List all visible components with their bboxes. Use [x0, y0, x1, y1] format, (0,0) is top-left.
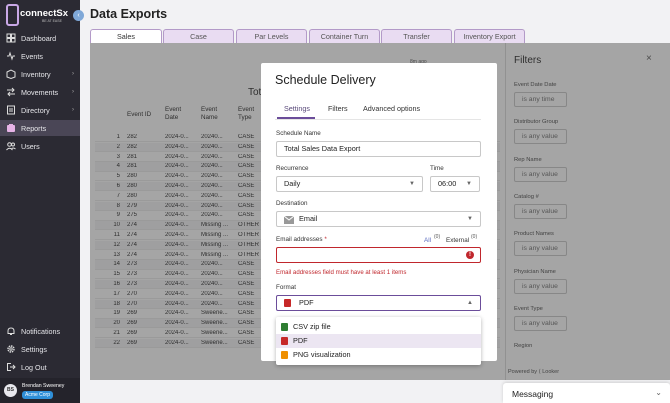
events-icon — [6, 51, 16, 61]
tab-case[interactable]: Case — [163, 29, 234, 43]
format-option-csv[interactable]: CSV zip file — [276, 320, 481, 334]
org-badge: Acme Corp — [22, 391, 54, 399]
reports-icon — [6, 123, 16, 133]
email-external-link[interactable]: External — [446, 237, 469, 244]
dashboard-icon — [6, 33, 16, 43]
email-label: Email addresses * — [276, 236, 327, 243]
sidebar-item-label: Log Out — [21, 362, 47, 372]
sidebar-item-label: Dashboard — [21, 33, 57, 43]
destination-label: Destination — [276, 200, 308, 207]
schedule-name-input[interactable]: Total Sales Data Export — [276, 141, 481, 157]
email-external-count: (0) — [471, 234, 478, 240]
chevron-up-icon: ▲ — [467, 300, 473, 306]
users-icon — [6, 141, 16, 151]
csv-file-icon — [281, 323, 288, 331]
sidebar-item-notifications[interactable]: Notifications — [0, 323, 80, 339]
sidebar-item-movements[interactable]: Movements › — [0, 84, 80, 100]
email-label-text: Email addresses — [276, 236, 323, 243]
format-option-png[interactable]: PNG visualization — [276, 348, 481, 362]
sidebar-item-settings[interactable]: Settings — [0, 341, 80, 357]
format-option-pdf[interactable]: PDF — [276, 334, 481, 348]
format-dropdown-menu: CSV zip file PDF PNG visualization — [276, 317, 481, 365]
sidebar-item-events[interactable]: Events — [0, 48, 80, 64]
logout-icon — [6, 362, 16, 372]
app-logo[interactable]: connectSx BE AT EASE — [6, 4, 80, 28]
format-select[interactable]: PDF ▲ — [276, 295, 481, 311]
chevron-down-icon: ▼ — [467, 216, 473, 222]
tab-par-levels[interactable]: Par Levels — [236, 29, 307, 43]
sidebar-item-directory[interactable]: Directory › — [0, 102, 80, 118]
messaging-widget[interactable]: Messaging ⌄ — [503, 383, 670, 403]
movements-icon — [6, 87, 16, 97]
modal-title: Schedule Delivery — [275, 73, 376, 87]
email-error-message: Email addresses field must have at least… — [276, 269, 407, 276]
png-file-icon — [281, 351, 288, 359]
sidebar-item-logout[interactable]: Log Out — [0, 359, 80, 375]
email-all-count: (0) — [434, 234, 441, 240]
required-marker: * — [324, 236, 327, 243]
sidebar-item-dashboard[interactable]: Dashboard — [0, 30, 80, 46]
bell-icon — [6, 326, 16, 336]
pdf-file-icon — [281, 337, 288, 345]
time-value: 06:00 — [438, 179, 457, 188]
recurrence-label: Recurrence — [276, 165, 309, 172]
sidebar: connectSx BE AT EASE Dashboard Events In… — [0, 0, 80, 403]
sidebar-item-label: Inventory — [21, 69, 51, 79]
tab-filters[interactable]: Filters — [328, 104, 348, 113]
sidebar-item-label: Directory — [21, 105, 50, 115]
sidebar-item-label: Events — [21, 51, 43, 61]
recurrence-select[interactable]: Daily ▼ — [276, 176, 423, 192]
envelope-icon — [283, 215, 295, 224]
format-label: Format — [276, 284, 296, 291]
sidebar-item-label: Users — [21, 141, 40, 151]
destination-select[interactable]: Email ▼ — [276, 211, 481, 227]
messaging-title: Messaging — [512, 389, 554, 399]
tab-divider — [275, 119, 481, 120]
logo-mark — [6, 4, 19, 26]
pdf-file-icon — [284, 299, 291, 307]
tab-container-turn[interactable]: Container Turn — [309, 29, 380, 43]
user-name: Brendan Sweeney — [22, 383, 65, 389]
recurrence-value: Daily — [284, 179, 301, 188]
email-all-link[interactable]: All — [424, 237, 431, 244]
chevron-down-icon[interactable]: ⌄ — [655, 388, 662, 397]
chevron-down-icon: ▼ — [466, 181, 472, 187]
logo-text: connectSx — [20, 8, 69, 19]
format-option-label: CSV zip file — [293, 322, 331, 331]
sidebar-item-label: Movements — [21, 87, 59, 97]
directory-icon — [6, 105, 16, 115]
user-profile[interactable]: BS Brendan Sweeney Acme Corp — [0, 378, 80, 403]
page-title: Data Exports — [90, 7, 168, 21]
sidebar-item-label: Reports — [21, 123, 47, 133]
chevron-right-icon: › — [72, 89, 74, 95]
sidebar-item-label: Notifications — [21, 326, 61, 336]
chevron-right-icon: › — [72, 107, 74, 113]
chevron-down-icon: ▼ — [409, 181, 415, 187]
active-tab-indicator — [277, 117, 315, 119]
destination-value: Email — [299, 214, 318, 223]
tab-transfer[interactable]: Transfer — [381, 29, 452, 43]
format-value: PDF — [299, 298, 314, 307]
format-option-label: PNG visualization — [293, 350, 351, 359]
sidebar-item-users[interactable]: Users — [0, 138, 80, 154]
sidebar-item-inventory[interactable]: Inventory › — [0, 66, 80, 82]
gear-icon — [6, 344, 16, 354]
format-option-label: PDF — [293, 336, 308, 345]
time-select[interactable]: 06:00 ▼ — [430, 176, 480, 192]
time-label: Time — [430, 165, 444, 172]
avatar: BS — [4, 384, 17, 397]
email-addresses-input[interactable]: ! — [276, 247, 481, 263]
inventory-icon — [6, 69, 16, 79]
schedule-name-label: Schedule Name — [276, 130, 321, 137]
collapse-sidebar-button[interactable]: ‹ — [73, 10, 84, 21]
tab-sales[interactable]: Sales — [90, 29, 162, 43]
sidebar-item-label: Settings — [21, 344, 47, 354]
tab-advanced-options[interactable]: Advanced options — [363, 104, 420, 113]
sidebar-item-reports[interactable]: Reports — [0, 120, 80, 136]
chevron-right-icon: › — [72, 71, 74, 77]
error-icon: ! — [466, 251, 474, 259]
tab-settings[interactable]: Settings — [284, 104, 310, 113]
tab-inventory-export[interactable]: Inventory Export — [454, 29, 525, 43]
logo-tagline: BE AT EASE — [42, 19, 62, 23]
